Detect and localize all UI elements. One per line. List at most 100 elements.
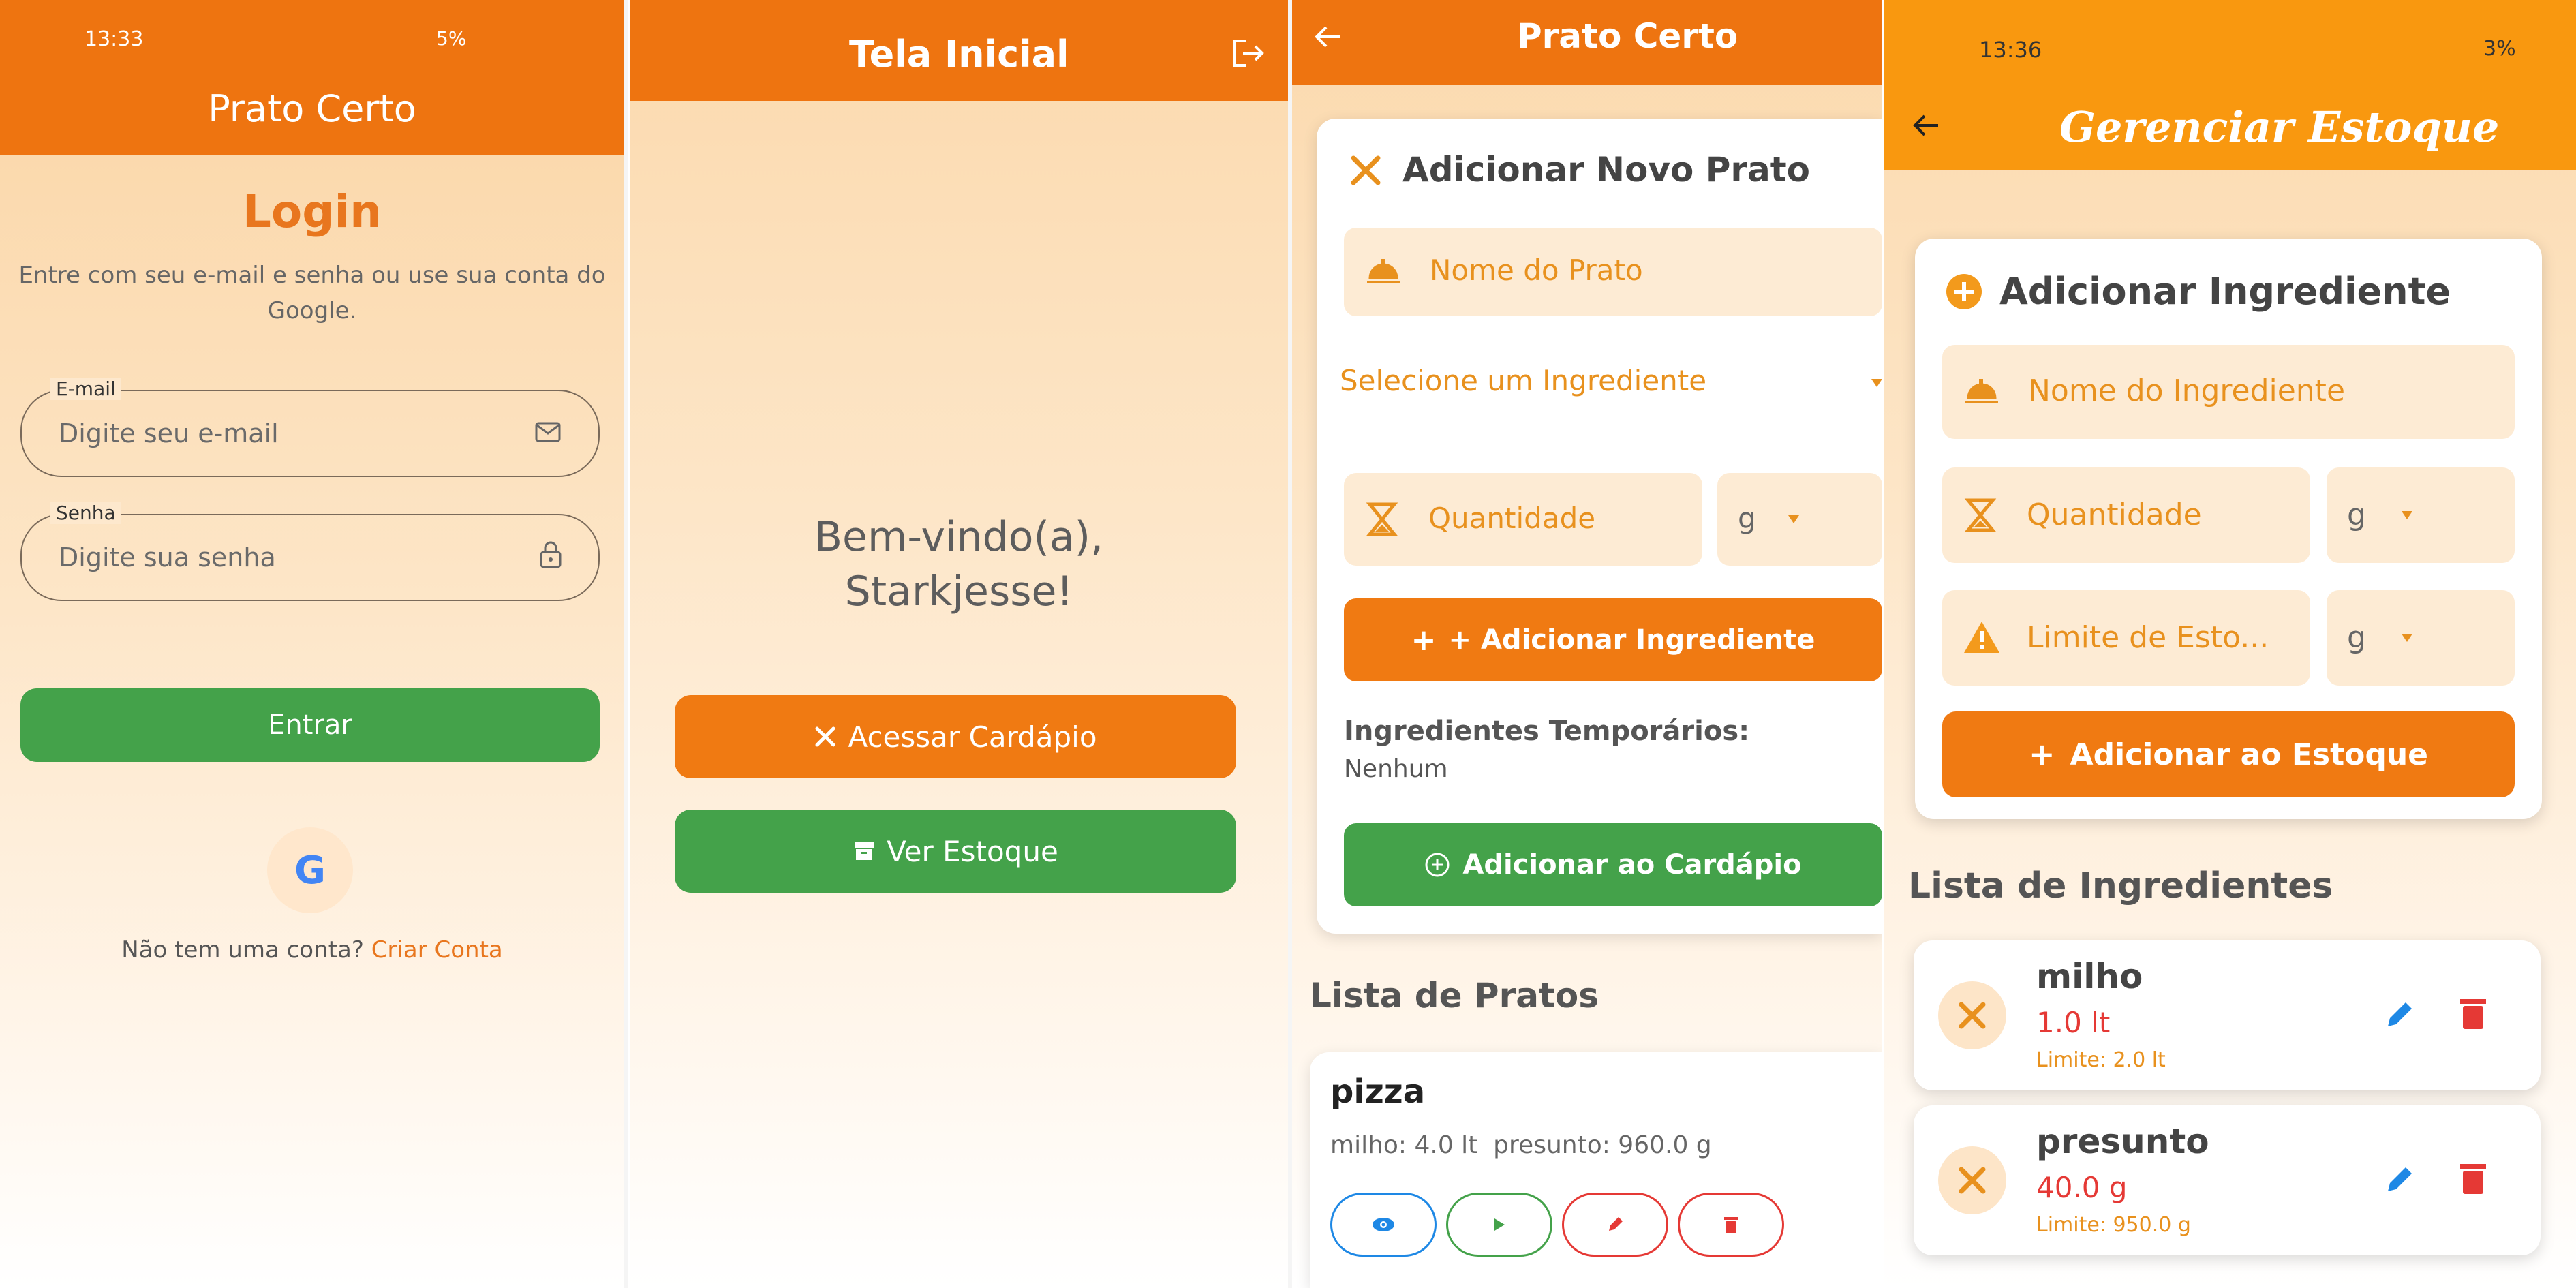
page-title: Prato Certo <box>1517 16 1738 56</box>
battery-level: 5% <box>436 27 467 50</box>
ingredient-list-title: Lista de Ingredientes <box>1908 865 2333 906</box>
login-button[interactable]: Entrar <box>20 688 600 762</box>
plus-icon: + <box>1411 622 1437 658</box>
utensils-icon <box>1347 151 1385 189</box>
dark-mode-toggle-icon[interactable] <box>1154 35 1184 68</box>
logout-icon[interactable] <box>1231 38 1266 68</box>
unit-value: g <box>2347 497 2366 532</box>
back-arrow-icon[interactable] <box>1911 112 1941 139</box>
access-menu-label: Acessar Cardápio <box>848 720 1097 754</box>
ingredient-card: milho 1.0 lt Limite: 2.0 lt <box>1914 940 2541 1090</box>
ingredient-avatar <box>1938 1146 2006 1214</box>
temp-ingredients-label: Ingredientes Temporários: <box>1344 716 1750 747</box>
utensils-icon <box>1959 1002 1986 1029</box>
menu-screen: Prato Certo Adicionar Novo Prato Nome do… <box>1292 0 1882 1288</box>
plus-icon: + <box>2028 736 2055 773</box>
divider <box>624 0 628 1288</box>
unit-value: g <box>2347 620 2366 655</box>
quantity-placeholder: Quantidade <box>1428 502 1596 535</box>
ingredient-name-placeholder: Nome do Ingrediente <box>2028 373 2346 408</box>
password-field[interactable]: Senha Digite sua senha <box>20 502 600 601</box>
add-circle-icon <box>1945 273 1983 311</box>
dish-name-placeholder: Nome do Prato <box>1430 254 1643 287</box>
login-screen: 13:33 5% Prato Certo Login Entre com seu… <box>0 0 624 1288</box>
app-title: Prato Certo <box>208 87 416 130</box>
signup-row: Não tem uma conta? Criar Conta <box>0 936 624 964</box>
add-ingredient-label: + Adicionar Ingrediente <box>1448 624 1815 656</box>
add-dish-card: Adicionar Novo Prato Nome do Prato Selec… <box>1317 119 1882 934</box>
dish-name: pizza <box>1330 1073 1426 1111</box>
dropdown-arrow-icon <box>2402 634 2412 642</box>
limit-unit-select[interactable]: g <box>2327 590 2515 686</box>
welcome-username: Starkjesse! <box>844 568 1073 615</box>
delete-ingredient-icon[interactable] <box>2459 1161 2487 1195</box>
lock-icon <box>538 540 563 570</box>
status-time: 13:33 <box>85 27 144 51</box>
card-title: Adicionar Ingrediente <box>1999 270 2451 313</box>
hourglass-icon <box>1963 497 1998 533</box>
quantity-unit-select[interactable]: g <box>2327 467 2515 563</box>
quantity-input[interactable]: Quantidade <box>1344 473 1702 566</box>
view-stock-label: Ver Estoque <box>887 834 1058 868</box>
create-account-link[interactable]: Criar Conta <box>371 936 503 964</box>
ingredient-select-label: Selecione um Ingrediente <box>1340 364 1707 397</box>
edit-dish-button[interactable] <box>1562 1193 1668 1257</box>
welcome-message: Bem-vindo(a), Starkjesse! <box>630 510 1288 619</box>
password-placeholder: Digite sua senha <box>59 542 276 572</box>
view-dish-button[interactable] <box>1330 1193 1437 1257</box>
ingredient-name: milho <box>2036 957 2143 996</box>
back-arrow-icon[interactable] <box>1313 23 1343 50</box>
dropdown-arrow-icon <box>2402 511 2412 519</box>
dish-list-title: Lista de Pratos <box>1310 976 1599 1015</box>
dish-name-input[interactable]: Nome do Prato <box>1344 228 1882 316</box>
battery-level: 3% <box>2483 37 2516 61</box>
play-icon <box>1492 1217 1506 1232</box>
stock-limit-input[interactable]: Limite de Esto... <box>1942 590 2310 686</box>
dish-card: pizza milho: 4.0 lt presunto: 960.0 g <box>1310 1052 1882 1288</box>
ingredient-limit: Limite: 2.0 lt <box>2036 1048 2166 1072</box>
add-ingredient-card: Adicionar Ingrediente Nome do Ingredient… <box>1915 239 2542 819</box>
eye-icon <box>1372 1217 1395 1232</box>
add-to-menu-button[interactable]: Adicionar ao Cardápio <box>1344 823 1882 906</box>
welcome-greeting: Bem-vindo(a), <box>814 513 1104 561</box>
ingredient-quantity: 40.0 g <box>2036 1171 2128 1204</box>
edit-ingredient-icon[interactable] <box>2384 1163 2417 1195</box>
password-label: Senha <box>50 502 121 524</box>
add-circle-icon <box>1424 852 1450 878</box>
page-title: Tela Inicial <box>849 33 1069 76</box>
warning-icon <box>1963 620 2001 654</box>
ingredient-avatar <box>1938 981 2006 1049</box>
add-ingredient-button[interactable]: + + Adicionar Ingrediente <box>1344 598 1882 681</box>
home-screen: Tela Inicial Bem-vindo(a), Starkjesse! A… <box>630 0 1288 1288</box>
add-to-stock-button[interactable]: + Adicionar ao Estoque <box>1942 711 2515 797</box>
quantity-input[interactable]: Quantidade <box>1942 467 2310 563</box>
pencil-icon <box>1606 1216 1624 1233</box>
edit-ingredient-icon[interactable] <box>2384 998 2417 1030</box>
ingredient-limit: Limite: 950.0 g <box>2036 1213 2191 1237</box>
email-field[interactable]: E-mail Digite seu e-mail <box>20 378 600 477</box>
food-icon <box>1963 375 2001 406</box>
play-dish-button[interactable] <box>1446 1193 1552 1257</box>
card-title: Adicionar Novo Prato <box>1402 150 1810 189</box>
ingredient-name: presunto <box>2036 1122 2209 1161</box>
google-icon: G <box>294 848 326 893</box>
ingredient-name-input[interactable]: Nome do Ingrediente <box>1942 345 2515 439</box>
view-stock-button[interactable]: Ver Estoque <box>675 810 1236 893</box>
ingredient-quantity: 1.0 lt <box>2036 1006 2111 1039</box>
add-to-stock-label: Adicionar ao Estoque <box>2070 737 2428 772</box>
ingredient-select[interactable]: Selecione um Ingrediente <box>1340 354 1882 416</box>
google-sign-in-button[interactable]: G <box>267 827 353 913</box>
status-time: 13:36 <box>1979 37 2042 63</box>
delete-dish-button[interactable] <box>1678 1193 1784 1257</box>
page-title: Gerenciar Estoque <box>2059 102 2500 152</box>
add-to-menu-label: Adicionar ao Cardápio <box>1462 849 1802 880</box>
delete-ingredient-icon[interactable] <box>2459 996 2487 1030</box>
food-icon <box>1364 255 1402 286</box>
stock-limit-placeholder: Limite de Esto... <box>2027 620 2269 655</box>
dish-ingredients: milho: 4.0 lt presunto: 960.0 g <box>1330 1131 1712 1159</box>
unit-select[interactable]: g <box>1717 473 1882 566</box>
access-menu-button[interactable]: Acessar Cardápio <box>675 695 1236 778</box>
email-label: E-mail <box>50 378 121 400</box>
mail-icon <box>534 421 562 443</box>
signup-prompt: Não tem uma conta? <box>121 936 364 964</box>
